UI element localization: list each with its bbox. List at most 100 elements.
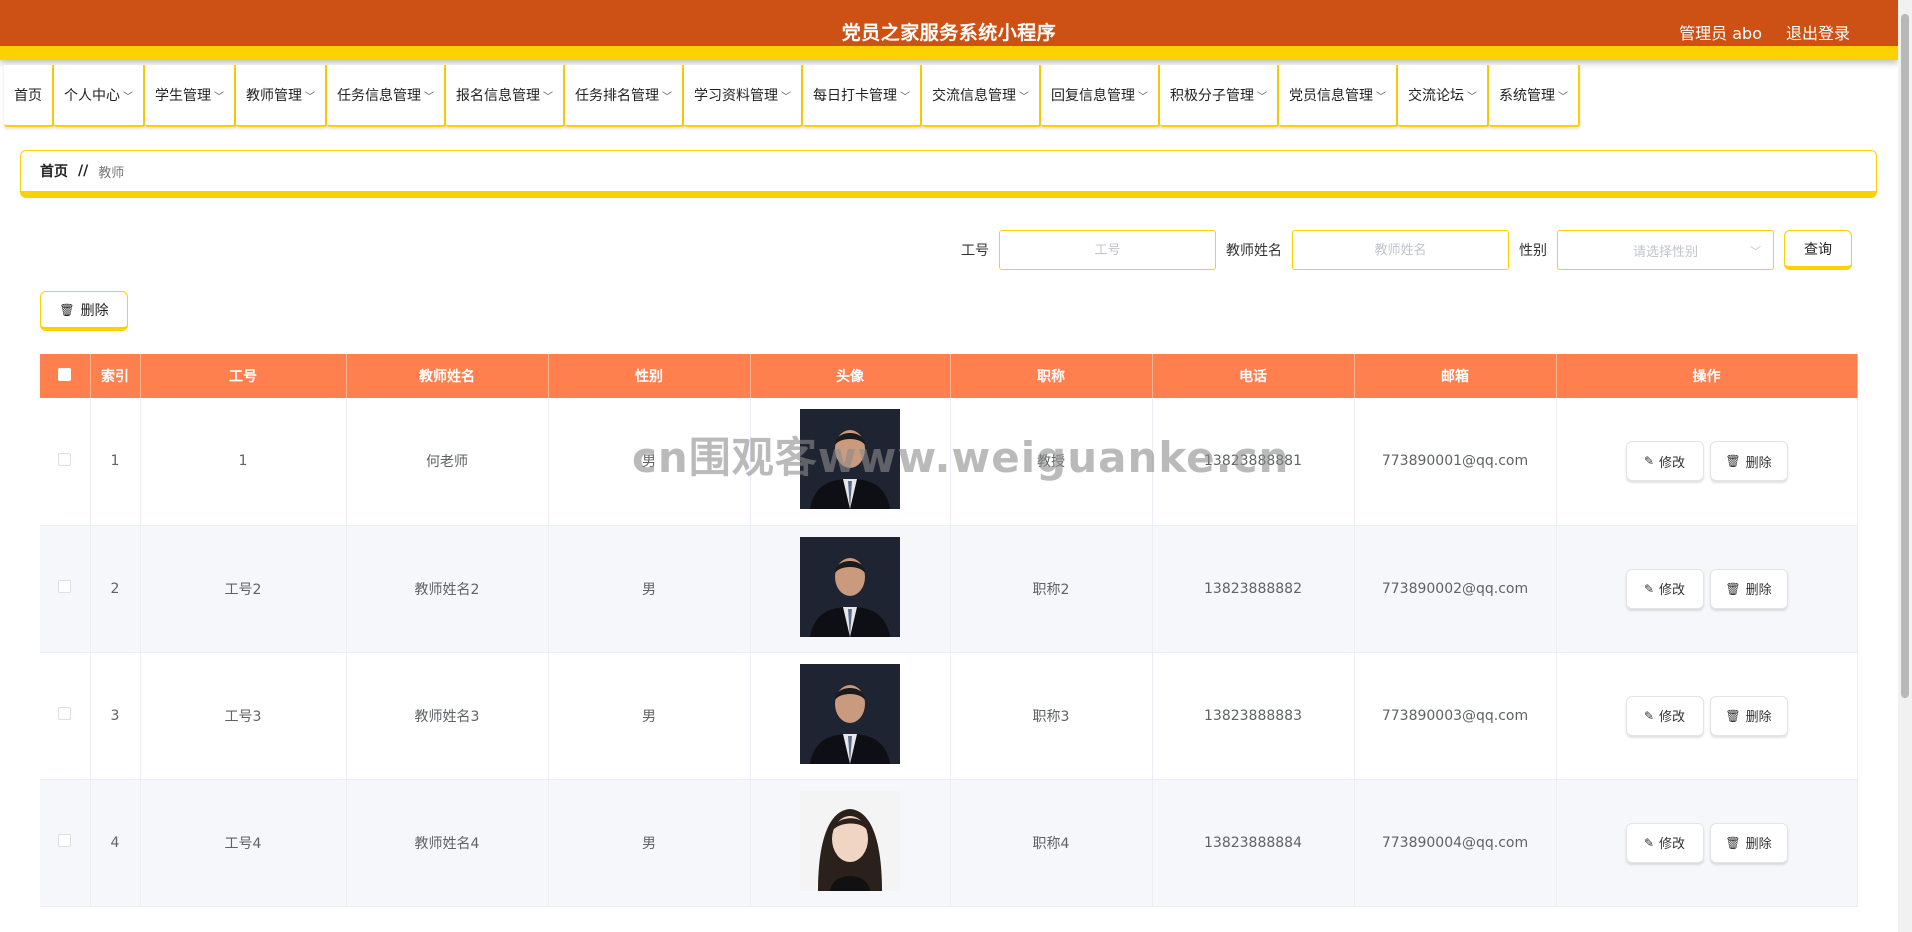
cell-gender: 男 <box>548 652 751 780</box>
chevron-down-icon: ﹀ <box>123 91 133 103</box>
nav-item-label: 交流论坛 <box>1408 88 1464 104</box>
nav-item-label: 首页 <box>14 88 42 104</box>
select-all-cell[interactable] <box>40 354 91 398</box>
column-header: 邮箱 <box>1354 354 1557 398</box>
column-header: 性别 <box>548 354 751 398</box>
trash-icon: 🗑 <box>59 302 75 317</box>
delete-label: 删除 <box>1745 837 1772 852</box>
cell-gender: 男 <box>548 779 751 907</box>
avatar-image <box>800 536 900 637</box>
column-header: 工号 <box>140 354 347 398</box>
delete-label: 删除 <box>1745 455 1772 471</box>
delete-button[interactable]: 🗑 删除 <box>1709 568 1788 609</box>
edit-icon: ✎ <box>1643 708 1655 723</box>
breadcrumb-home[interactable]: 首页 <box>40 161 68 181</box>
cell-id: 工号2 <box>140 525 347 653</box>
column-header: 教师姓名 <box>346 354 549 398</box>
scrollbar-thumb[interactable] <box>1901 14 1909 698</box>
nav-item-label: 积极分子管理 <box>1170 88 1254 104</box>
nav-item-0[interactable]: 首页 <box>4 65 54 127</box>
nav-item-label: 党员信息管理 <box>1289 88 1373 104</box>
edit-button[interactable]: ✎ 修改 <box>1625 441 1704 482</box>
row-select-cell[interactable] <box>40 398 91 526</box>
chevron-down-icon: ﹀ <box>305 91 315 103</box>
delete-button[interactable]: 🗑 删除 <box>1709 695 1788 736</box>
bulk-delete-label: 删除 <box>80 302 109 319</box>
cell-actions: ✎ 修改 🗑 删除 <box>1556 779 1858 907</box>
cell-title: 教授 <box>950 398 1153 526</box>
chevron-down-icon: ﹀ <box>781 91 791 103</box>
cell-id: 1 <box>140 398 347 526</box>
nav-item-label: 报名信息管理 <box>456 88 540 104</box>
cell-id: 工号3 <box>140 652 347 780</box>
row-select-cell[interactable] <box>40 525 91 653</box>
delete-button[interactable]: 🗑 删除 <box>1709 441 1788 482</box>
page-scrollbar[interactable] <box>1898 0 1912 932</box>
edit-label: 修改 <box>1659 583 1686 598</box>
breadcrumb-current: 教师 <box>98 165 125 181</box>
column-header: 操作 <box>1556 354 1858 398</box>
name-search-input[interactable] <box>1292 230 1509 270</box>
current-user: 管理员 abo <box>1679 24 1762 43</box>
id-search-input[interactable] <box>999 230 1216 270</box>
select-all-checkbox[interactable] <box>58 367 72 381</box>
cell-index: 1 <box>90 398 141 526</box>
trash-icon: 🗑 <box>1725 835 1741 850</box>
nav-item-3[interactable]: 教师管理 ﹀ <box>236 65 327 127</box>
cell-phone: 13823888883 <box>1152 652 1355 780</box>
gender-select[interactable]: 请选择性别 ﹀ <box>1557 230 1774 270</box>
nav-item-8[interactable]: 每日打卡管理 ﹀ <box>803 65 922 127</box>
chevron-down-icon: ﹀ <box>662 91 672 103</box>
nav-item-1[interactable]: 个人中心 ﹀ <box>54 65 145 127</box>
table-body: 1 1 何老师男教授 13823888881 773890001@qq.com ✎ 修改 🗑 删… <box>40 398 1858 907</box>
edit-button[interactable]: ✎ 修改 <box>1625 695 1704 736</box>
nav-item-11[interactable]: 积极分子管理 ﹀ <box>1160 65 1279 127</box>
nav-item-6[interactable]: 任务排名管理 ﹀ <box>565 65 684 127</box>
cell-gender: 男 <box>548 398 751 526</box>
row-checkbox[interactable] <box>58 707 72 720</box>
row-checkbox[interactable] <box>58 452 72 466</box>
nav-item-label: 回复信息管理 <box>1051 88 1135 104</box>
nav-item-label: 学习资料管理 <box>694 88 778 104</box>
nav-item-label: 学生管理 <box>155 88 211 104</box>
chevron-down-icon: ﹀ <box>1019 91 1029 103</box>
delete-label: 删除 <box>1745 710 1772 725</box>
nav-item-label: 任务信息管理 <box>337 88 421 104</box>
cell-title: 职称4 <box>950 779 1153 907</box>
chevron-down-icon: ﹀ <box>900 91 910 103</box>
query-button[interactable]: 查询 <box>1784 230 1852 270</box>
trash-icon: 🗑 <box>1725 581 1741 596</box>
nav-item-12[interactable]: 党员信息管理 ﹀ <box>1279 65 1398 127</box>
row-checkbox[interactable] <box>58 580 72 593</box>
nav-item-label: 个人中心 <box>64 88 120 104</box>
cell-id: 工号4 <box>140 779 347 907</box>
trash-icon: 🗑 <box>1725 454 1741 469</box>
edit-button[interactable]: ✎ 修改 <box>1625 822 1704 863</box>
nav-item-10[interactable]: 回复信息管理 ﹀ <box>1041 65 1160 127</box>
cell-title: 职称3 <box>950 652 1153 780</box>
nav-item-2[interactable]: 学生管理 ﹀ <box>145 65 236 127</box>
edit-icon: ✎ <box>1643 835 1655 850</box>
nav-item-4[interactable]: 任务信息管理 ﹀ <box>327 65 446 127</box>
bulk-delete-button[interactable]: 🗑 删除 <box>40 291 128 331</box>
logout-link[interactable]: 退出登录 <box>1786 20 1850 44</box>
nav-item-5[interactable]: 报名信息管理 ﹀ <box>446 65 565 127</box>
nav-item-14[interactable]: 系统管理 ﹀ <box>1489 65 1580 127</box>
row-checkbox[interactable] <box>58 834 72 847</box>
edit-button[interactable]: ✎ 修改 <box>1625 568 1704 609</box>
table-row: 3 工号3 教师姓名3 男 职称3 13823888883 773890003@qq.com… <box>40 652 1858 780</box>
chevron-down-icon: ﹀ <box>1750 245 1761 258</box>
gender-select-placeholder: 请选择性别 <box>1632 244 1698 260</box>
delete-button[interactable]: 🗑 删除 <box>1709 822 1788 863</box>
column-header: 电话 <box>1152 354 1355 398</box>
cell-email: 773890003@qq.com <box>1354 652 1557 780</box>
main-nav: 首页 个人中心 ﹀ 学生管理 ﹀ 教师管理 ﹀ 任务信息管理 ﹀ 报名信息管理 ﹀ 任务排名管理 ﹀ 学习… <box>4 65 1580 127</box>
row-select-cell[interactable] <box>40 652 91 780</box>
nav-item-9[interactable]: 交流信息管理 ﹀ <box>922 65 1041 127</box>
edit-icon: ✎ <box>1643 454 1655 469</box>
chevron-down-icon: ﹀ <box>1257 91 1267 103</box>
row-select-cell[interactable] <box>40 779 91 907</box>
nav-item-13[interactable]: 交流论坛 ﹀ <box>1398 65 1489 127</box>
nav-item-7[interactable]: 学习资料管理 ﹀ <box>684 65 803 127</box>
cell-actions: ✎ 修改 🗑 删除 <box>1556 525 1858 653</box>
